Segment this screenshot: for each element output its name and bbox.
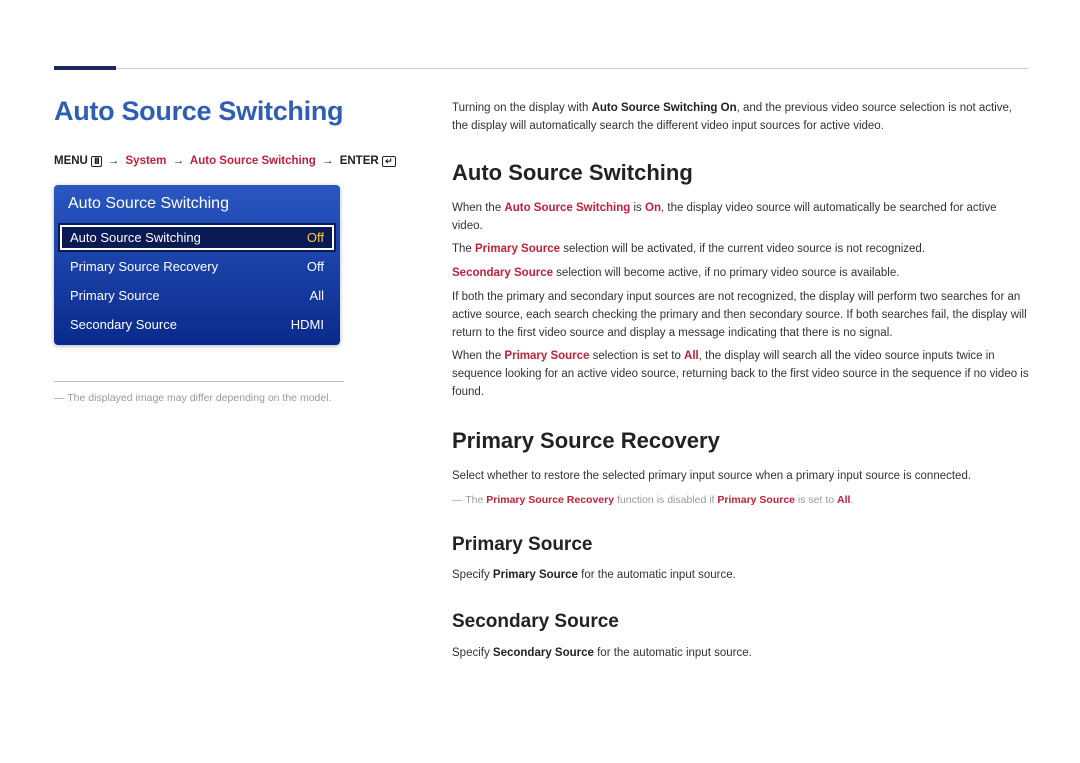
red-text: All xyxy=(684,350,699,362)
bold-text: Auto Source Switching On xyxy=(592,102,737,114)
text: When the xyxy=(452,202,504,214)
paragraph: When the Primary Source selection is set… xyxy=(452,348,1030,401)
red-text: Auto Source Switching xyxy=(504,202,630,214)
heading-auto-source-switching: Auto Source Switching xyxy=(452,156,1030,190)
page-title: Auto Source Switching xyxy=(54,96,396,127)
bold-text: Primary Source xyxy=(493,569,578,581)
red-text: All xyxy=(837,494,850,506)
arrow-icon: → xyxy=(108,155,120,167)
text: The xyxy=(465,494,486,506)
row-secondary-source[interactable]: Secondary Source HDMI xyxy=(54,310,340,339)
footnote: The displayed image may differ depending… xyxy=(54,392,396,404)
text: . xyxy=(850,494,853,506)
heading-secondary-source: Secondary Source xyxy=(452,607,1030,636)
red-text: Primary Source xyxy=(475,243,560,255)
text: When the xyxy=(452,350,504,362)
panel-header: Auto Source Switching xyxy=(54,185,340,223)
breadcrumb-menu: MENU xyxy=(54,155,88,167)
arrow-icon: → xyxy=(322,155,334,167)
red-text: Primary Source xyxy=(504,350,589,362)
bold-text: Secondary Source xyxy=(493,647,594,659)
paragraph: Specify Secondary Source for the automat… xyxy=(452,645,1030,663)
row-value: HDMI xyxy=(291,317,324,332)
left-column: Auto Source Switching MENU → System → Au… xyxy=(54,96,396,404)
row-label: Primary Source Recovery xyxy=(70,259,218,274)
paragraph: If both the primary and secondary input … xyxy=(452,289,1030,342)
row-label: Auto Source Switching xyxy=(70,230,201,245)
text: is set to xyxy=(795,494,837,506)
red-text: Primary Source Recovery xyxy=(486,494,614,506)
row-value: Off xyxy=(307,259,324,274)
text: selection will become active, if no prim… xyxy=(553,267,899,279)
paragraph: The Primary Source selection will be act… xyxy=(452,241,1030,259)
red-text: On xyxy=(645,202,661,214)
breadcrumb-auto-source: Auto Source Switching xyxy=(190,155,316,167)
red-text: Secondary Source xyxy=(452,267,553,279)
breadcrumb-system: System xyxy=(126,155,167,167)
text: for the automatic input source. xyxy=(594,647,752,659)
row-label: Primary Source xyxy=(70,288,160,303)
row-value: All xyxy=(310,288,324,303)
row-auto-source-switching[interactable]: Auto Source Switching Off xyxy=(58,223,336,252)
row-primary-source-recovery[interactable]: Primary Source Recovery Off xyxy=(54,252,340,281)
text: The xyxy=(452,243,475,255)
menu-icon xyxy=(91,156,102,167)
row-label: Secondary Source xyxy=(70,317,177,332)
breadcrumb: MENU → System → Auto Source Switching → … xyxy=(54,155,396,167)
text: function is disabled if xyxy=(614,494,717,506)
row-primary-source[interactable]: Primary Source All xyxy=(54,281,340,310)
text: selection will be activated, if the curr… xyxy=(560,243,925,255)
arrow-icon: → xyxy=(173,155,185,167)
row-value: Off xyxy=(307,230,324,245)
text: Specify xyxy=(452,647,493,659)
panel-body: Auto Source Switching Off Primary Source… xyxy=(54,223,340,345)
heading-primary-source-recovery: Primary Source Recovery xyxy=(452,424,1030,458)
text: for the automatic input source. xyxy=(578,569,736,581)
text: selection is set to xyxy=(589,350,684,362)
divider xyxy=(54,381,344,382)
paragraph: Specify Primary Source for the automatic… xyxy=(452,567,1030,585)
paragraph: Select whether to restore the selected p… xyxy=(452,468,1030,486)
heading-primary-source: Primary Source xyxy=(452,530,1030,559)
text: Specify xyxy=(452,569,493,581)
intro-paragraph: Turning on the display with Auto Source … xyxy=(452,100,1030,136)
red-text: Primary Source xyxy=(717,494,795,506)
settings-panel: Auto Source Switching Auto Source Switch… xyxy=(54,185,340,345)
note: The Primary Source Recovery function is … xyxy=(452,492,1030,508)
breadcrumb-enter: ENTER xyxy=(340,155,379,167)
paragraph: When the Auto Source Switching is On, th… xyxy=(452,200,1030,236)
right-column: Turning on the display with Auto Source … xyxy=(452,100,1030,669)
paragraph: Secondary Source selection will become a… xyxy=(452,265,1030,283)
header-accent xyxy=(54,66,116,70)
enter-icon xyxy=(382,156,396,167)
text: is xyxy=(630,202,645,214)
text: Turning on the display with xyxy=(452,102,592,114)
header-rule xyxy=(54,68,1028,69)
